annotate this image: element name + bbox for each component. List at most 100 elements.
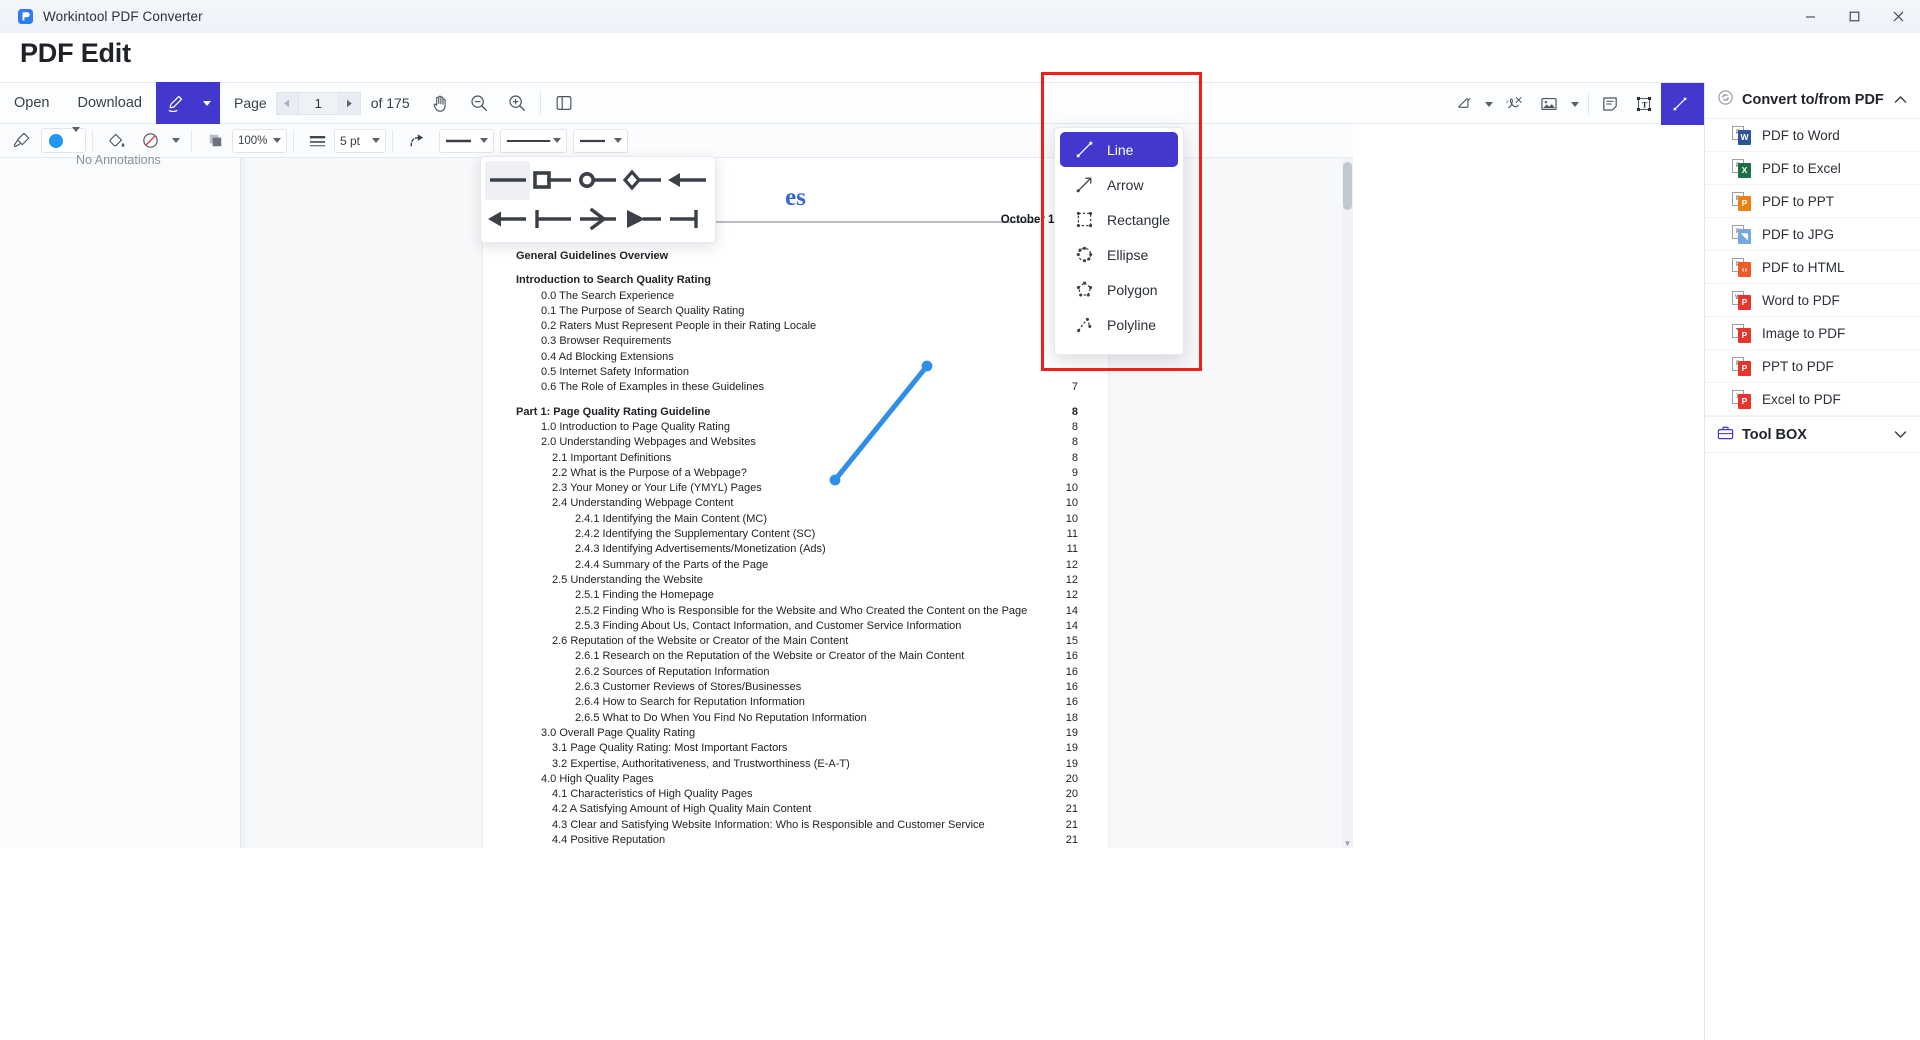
shape-menu-item-rectangle[interactable]: Rectangle xyxy=(1060,202,1178,237)
fill-bucket-icon[interactable] xyxy=(99,126,133,156)
insert-image-icon[interactable] xyxy=(1532,85,1566,123)
minimize-button[interactable] xyxy=(1788,0,1832,33)
closed-arrow-right-ending[interactable] xyxy=(621,200,666,239)
dash-style-select[interactable] xyxy=(573,128,628,153)
shape-menu-item-arrow[interactable]: Arrow xyxy=(1060,167,1178,202)
toc-row[interactable]: 4.0 High Quality Pages 20 xyxy=(516,773,1078,788)
sidebar-item-word-to-pdf[interactable]: WP Word to PDF xyxy=(1705,284,1920,317)
maximize-button[interactable] xyxy=(1832,0,1876,33)
sidebar-item-pdf-to-jpg[interactable]: P◥ PDF to JPG xyxy=(1705,218,1920,251)
butt-ending[interactable] xyxy=(530,200,575,239)
thickness-caret[interactable] xyxy=(372,138,380,143)
toc-row[interactable]: 2.4.4 Summary of the Parts of the Page 12 xyxy=(516,559,1078,574)
toc-row[interactable]: 3.2 Expertise, Authoritativeness, and Tr… xyxy=(516,758,1078,773)
scroll-down-arrow[interactable]: ▼ xyxy=(1342,837,1353,848)
circle-ending[interactable] xyxy=(575,161,620,200)
zoom-in-icon[interactable] xyxy=(498,84,536,122)
toc-row[interactable]: 2.4.3 Identifying Advertisements/Monetiz… xyxy=(516,543,1078,558)
image-dropdown-caret[interactable] xyxy=(1566,85,1584,123)
chevron-up-icon[interactable] xyxy=(1894,93,1907,107)
toc-row[interactable]: 1.0 Introduction to Page Quality Rating 8 xyxy=(516,421,1078,436)
toc-row[interactable]: 3.0 Overall Page Quality Rating 19 xyxy=(516,727,1078,742)
download-button[interactable]: Download xyxy=(63,82,156,124)
shape-tool-button[interactable] xyxy=(1661,83,1699,125)
scrollbar-thumb[interactable] xyxy=(1343,162,1352,210)
toc-row[interactable]: 2.3 Your Money or Your Life (YMYL) Pages… xyxy=(516,482,1078,497)
highlighter-dropdown-caret[interactable] xyxy=(1480,85,1498,123)
toc-row[interactable]: 2.6.4 How to Search for Reputation Infor… xyxy=(516,696,1078,711)
toc-row[interactable]: 2.6.2 Sources of Reputation Information 1… xyxy=(516,666,1078,681)
square-ending[interactable] xyxy=(530,161,575,200)
opacity-select[interactable]: 100% xyxy=(232,128,287,153)
toc-row[interactable]: 4.3 Clear and Satisfying Website Informa… xyxy=(516,819,1078,834)
toc-row[interactable]: 0.3 Browser Requirements xyxy=(516,335,1078,350)
shape-menu-item-line[interactable]: Line xyxy=(1060,132,1178,167)
fill-color-caret[interactable] xyxy=(167,126,185,156)
document-vertical-scrollbar[interactable]: ▲ ▼ xyxy=(1342,158,1353,848)
sidebar-item-pdf-to-word[interactable]: PW PDF to Word xyxy=(1705,119,1920,152)
line-ending-palette[interactable] xyxy=(480,156,716,243)
open-arrow-right-ending[interactable] xyxy=(575,200,620,239)
toc-row[interactable]: 0.6 The Role of Examples in these Guidel… xyxy=(516,381,1078,396)
sidebar-item-pdf-to-html[interactable]: P‹› PDF to HTML xyxy=(1705,251,1920,284)
line-annotation[interactable] xyxy=(821,354,941,494)
zoom-out-icon[interactable] xyxy=(460,84,498,122)
sidebar-item-pdf-to-excel[interactable]: PX PDF to Excel xyxy=(1705,152,1920,185)
sidebar-item-image-to-pdf[interactable]: ◥P Image to PDF xyxy=(1705,317,1920,350)
signature-icon[interactable]: x xyxy=(1498,85,1532,123)
toc-row[interactable]: 2.4.1 Identifying the Main Content (MC) 1… xyxy=(516,513,1078,528)
document-viewport[interactable]: es October 14, 20 General Guidelines Ove… xyxy=(245,158,1353,848)
toc-row[interactable]: General Guidelines Overview xyxy=(516,250,1078,265)
dash-style-caret[interactable] xyxy=(614,138,622,143)
toc-row[interactable]: 2.6 Reputation of the Website or Creator… xyxy=(516,635,1078,650)
toc-row[interactable]: 2.5.3 Finding About Us, Contact Informat… xyxy=(516,620,1078,635)
closed-arrow-ending[interactable] xyxy=(485,200,530,239)
sidebar-item-ppt-to-pdf[interactable]: PP PPT to PDF xyxy=(1705,350,1920,383)
no-fill-icon[interactable] xyxy=(133,126,167,156)
pdf-page[interactable]: es October 14, 20 General Guidelines Ove… xyxy=(483,158,1108,848)
convert-section-header[interactable]: Convert to/from PDF xyxy=(1705,82,1920,119)
toc-row[interactable]: 2.6.1 Research on the Reputation of the … xyxy=(516,650,1078,665)
pen-tool-group[interactable] xyxy=(155,82,220,124)
toc-row[interactable]: 2.6.5 What to Do When You Find No Reputa… xyxy=(516,712,1078,727)
toc-row[interactable]: 2.5.1 Finding the Homepage 12 xyxy=(516,589,1078,604)
stroke-color-caret[interactable] xyxy=(72,126,80,150)
page-layout-icon[interactable] xyxy=(545,84,583,122)
open-button[interactable]: Open xyxy=(0,82,63,124)
toc-row[interactable]: Part 1: Page Quality Rating Guideline 8 xyxy=(516,406,1078,421)
next-page-button[interactable] xyxy=(337,91,361,115)
brush-icon[interactable] xyxy=(4,126,38,156)
line-ending-caret[interactable] xyxy=(480,138,488,143)
toc-row[interactable]: 2.5.2 Finding Who is Responsible for the… xyxy=(516,605,1078,620)
line-thickness-select[interactable]: 5 pt xyxy=(334,128,386,153)
pen-tool-dropdown-caret[interactable] xyxy=(193,82,220,124)
toc-row[interactable]: 2.6.3 Customer Reviews of Stores/Busines… xyxy=(516,681,1078,696)
toc-row[interactable]: 3.1 Page Quality Rating: Most Important … xyxy=(516,742,1078,757)
toc-row[interactable]: 2.4.2 Identifying the Supplementary Cont… xyxy=(516,528,1078,543)
pen-highlighter-icon[interactable] xyxy=(155,82,194,124)
previous-page-button[interactable] xyxy=(275,91,299,115)
sidebar-item-excel-to-pdf[interactable]: XP Excel to PDF xyxy=(1705,383,1920,416)
toc-row[interactable]: 0.2 Raters Must Represent People in thei… xyxy=(516,320,1078,335)
stroke-color-picker[interactable] xyxy=(41,126,86,153)
shape-menu-item-polyline[interactable]: Polyline xyxy=(1060,307,1178,342)
text-box-icon[interactable]: T xyxy=(1627,85,1661,123)
toc-row[interactable]: 4.4 Positive Reputation 21 xyxy=(516,834,1078,848)
sidebar-item-pdf-to-ppt[interactable]: PP PDF to PPT xyxy=(1705,185,1920,218)
toc-row[interactable]: 4.2 A Satisfying Amount of High Quality … xyxy=(516,803,1078,818)
line-ending-select[interactable] xyxy=(439,128,494,153)
shape-dropdown-menu[interactable]: Line Arrow Rectangle Ellipse Polygon Polyline xyxy=(1054,127,1184,355)
toc-row[interactable]: 2.1 Important Definitions 8 xyxy=(516,452,1078,467)
chevron-down-icon[interactable] xyxy=(1894,428,1907,442)
toc-row[interactable]: 2.4 Understanding Webpage Content 10 xyxy=(516,497,1078,512)
toc-row[interactable]: 2.0 Understanding Webpages and Websites 8 xyxy=(516,436,1078,451)
line-thickness-icon[interactable] xyxy=(300,126,334,156)
line-style-select[interactable] xyxy=(500,128,567,153)
none-ending[interactable] xyxy=(485,161,531,200)
toc-row[interactable]: 0.1 The Purpose of Search Quality Rating xyxy=(516,305,1078,320)
shape-menu-item-polygon[interactable]: Polygon xyxy=(1060,272,1178,307)
toc-row[interactable]: 0.0 The Search Experience xyxy=(516,290,1078,305)
sticky-note-icon[interactable] xyxy=(1593,85,1627,123)
toc-row[interactable]: Introduction to Search Quality Rating xyxy=(516,274,1078,289)
page-number-input[interactable]: 1 xyxy=(298,91,338,115)
